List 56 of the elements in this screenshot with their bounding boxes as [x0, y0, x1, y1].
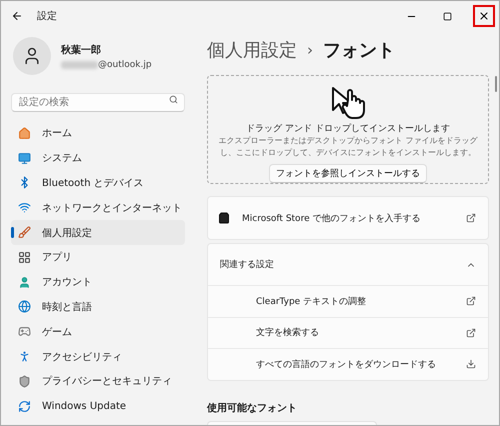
- shield-icon: [18, 374, 31, 388]
- home-icon: [18, 126, 31, 140]
- refresh-icon: [18, 400, 31, 413]
- external-link-icon: [466, 213, 476, 223]
- gamepad-icon: [18, 325, 31, 338]
- grid-icon: [18, 250, 31, 264]
- nav-item[interactable]: プライバシーとセキュリティ: [11, 368, 185, 394]
- nav-item[interactable]: アプリ: [11, 244, 185, 270]
- search-icon: [169, 95, 178, 104]
- scrollbar-thumb[interactable]: [495, 76, 497, 92]
- nav-item[interactable]: アクセシビリティ: [11, 344, 185, 369]
- nav-item[interactable]: ゲーム: [11, 319, 185, 344]
- globe-icon: [18, 300, 31, 314]
- nav-item[interactable]: Windows Update: [11, 394, 185, 419]
- store-link-label: Microsoft Store で他のフォントを入手する: [242, 212, 422, 224]
- nav-item[interactable]: アカウント: [11, 270, 185, 295]
- download-icon: [466, 359, 476, 370]
- close-icon: [478, 10, 490, 22]
- browse-button[interactable]: フォントを参照しインストールする: [269, 164, 427, 183]
- external-link-icon: [466, 328, 476, 338]
- nav-item[interactable]: 時刻と言語: [11, 294, 185, 320]
- back-icon[interactable]: [11, 10, 23, 22]
- user-email: @outlook.jp: [98, 60, 152, 70]
- breadcrumb-separator: ›: [307, 41, 313, 59]
- nav-item[interactable]: システム: [11, 146, 185, 171]
- window-title: 設定: [37, 10, 57, 23]
- drop-zone-title: ドラッグ アンド ドロップしてインストールします: [246, 122, 450, 135]
- settings-row[interactable]: 文字を検索する: [208, 316, 488, 348]
- maximize-icon: [442, 12, 452, 20]
- nav-item[interactable]: ホーム: [11, 121, 185, 146]
- font-search-field[interactable]: [207, 420, 377, 425]
- settings-row[interactable]: すべての言語のフォントをダウンロードする: [208, 348, 488, 380]
- section-header[interactable]: 関連する設定: [220, 258, 454, 271]
- monitor-icon: [18, 152, 31, 165]
- drop-zone-description: エクスプローラーまたはデスクトップからフォント ファイルをドラッグし、ここにドロップして、デバイスにフォントをインストールします。: [218, 135, 478, 159]
- store-icon: [218, 212, 230, 224]
- nav-item[interactable]: 個人用設定: [11, 220, 185, 245]
- brush-icon: [18, 226, 31, 240]
- avatar: [13, 37, 51, 75]
- accessibility-icon: [18, 350, 31, 364]
- external-link-icon: [466, 296, 476, 306]
- nav-item[interactable]: ネットワークとインターネット: [11, 195, 185, 220]
- nav-item[interactable]: Bluetooth とデバイス: [11, 170, 185, 196]
- section-heading: 使用可能なフォント: [207, 402, 298, 414]
- redacted-mark: [61, 60, 98, 68]
- person-icon: [18, 276, 31, 289]
- bluetooth-icon: [18, 176, 31, 190]
- breadcrumb-parent[interactable]: 個人用設定: [207, 38, 297, 62]
- user-name: 秋葉一郎: [61, 43, 102, 56]
- settings-row[interactable]: ClearType テキストの調整: [208, 285, 488, 316]
- page-title: フォント: [323, 39, 395, 62]
- store-card[interactable]: Microsoft Store で他のフォントを入手する: [207, 196, 489, 240]
- drop-zone[interactable]: ドラッグ アンド ドロップしてインストールします エクスプローラーまたはデスクトップからフォント ファイルをドラッグし、ここにドロップして、デバイスにフォントをインストールします。 フォントを参照しインストールする: [207, 75, 489, 184]
- drag-cursor-icon: [330, 86, 366, 120]
- close-button[interactable]: [473, 5, 495, 27]
- search-field[interactable]: 設定の検索: [11, 93, 185, 112]
